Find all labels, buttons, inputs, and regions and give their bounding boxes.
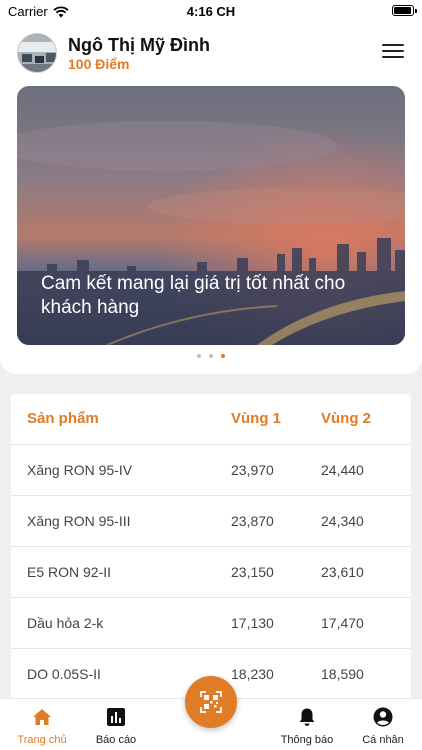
table-header-row: Sản phẩm Vùng 1 Vùng 2	[11, 394, 411, 445]
product-name: E5 RON 92-II	[27, 564, 112, 580]
bell-icon	[299, 708, 315, 726]
product-name: Dầu hỏa 2-k	[27, 615, 104, 631]
user-points: 100 Điểm	[68, 56, 130, 72]
user-icon	[373, 707, 393, 727]
tab-label: Cá nhân	[362, 734, 404, 746]
zone-1-price: 23,150	[231, 564, 274, 580]
status-bar: Carrier 4:16 CH	[0, 0, 422, 22]
tab-label: Báo cáo	[95, 734, 137, 746]
table-row[interactable]: Xăng RON 95-III 23,870 24,340	[11, 496, 411, 547]
qr-scan-icon	[200, 691, 222, 713]
user-name: Ngô Thị Mỹ Đình	[68, 35, 210, 55]
pagination-dot[interactable]	[197, 354, 201, 358]
header-card: Ngô Thị Mỹ Đình 100 Điểm Cam kết mang lạ…	[0, 22, 422, 374]
zone-2-price: 23,610	[321, 564, 364, 580]
tab-label: Trang chủ	[17, 734, 67, 746]
battery-icon	[392, 5, 417, 16]
pagination-dot-active[interactable]	[221, 354, 225, 358]
banner-pagination	[0, 354, 422, 358]
header-product: Sản phẩm	[27, 410, 99, 427]
zone-2-price: 24,440	[321, 462, 364, 478]
avatar[interactable]	[17, 33, 57, 73]
banner-caption: Cam kết mang lại giá trị tốt nhất cho kh…	[41, 273, 346, 318]
product-name: Xăng RON 95-III	[27, 513, 131, 529]
banner[interactable]: Cam kết mang lại giá trị tốt nhất cho kh…	[17, 86, 405, 345]
zone-1-price: 23,870	[231, 513, 274, 529]
product-name: Xăng RON 95-IV	[27, 462, 133, 478]
product-name: DO 0.05S-II	[27, 666, 101, 682]
zone-1-price: 17,130	[231, 615, 274, 631]
tab-home[interactable]: Trang chủ	[0, 699, 84, 750]
table-row[interactable]: Dầu hỏa 2-k 17,130 17,470	[11, 598, 411, 649]
zone-2-price: 17,470	[321, 615, 364, 631]
tab-notifications[interactable]: Thông báo	[265, 699, 349, 750]
zone-2-price: 24,340	[321, 513, 364, 529]
status-time: 4:16 CH	[186, 4, 236, 19]
header-zone-2: Vùng 2	[321, 410, 372, 427]
pagination-dot[interactable]	[209, 354, 213, 358]
bar-chart-icon	[107, 708, 125, 726]
zone-2-price: 18,590	[321, 666, 364, 682]
tab-profile[interactable]: Cá nhân	[341, 699, 422, 750]
qr-scan-button[interactable]	[185, 676, 237, 728]
zone-1-price: 18,230	[231, 666, 274, 682]
tab-reports[interactable]: Báo cáo	[74, 699, 158, 750]
table-row[interactable]: Xăng RON 95-IV 23,970 24,440	[11, 445, 411, 496]
header-zone-1: Vùng 1	[231, 410, 282, 427]
table-row[interactable]: E5 RON 92-II 23,150 23,610	[11, 547, 411, 598]
hamburger-menu-icon[interactable]	[382, 44, 404, 62]
zone-1-price: 23,970	[231, 462, 274, 478]
home-icon	[33, 709, 51, 725]
tab-label: Thông báo	[280, 734, 334, 746]
